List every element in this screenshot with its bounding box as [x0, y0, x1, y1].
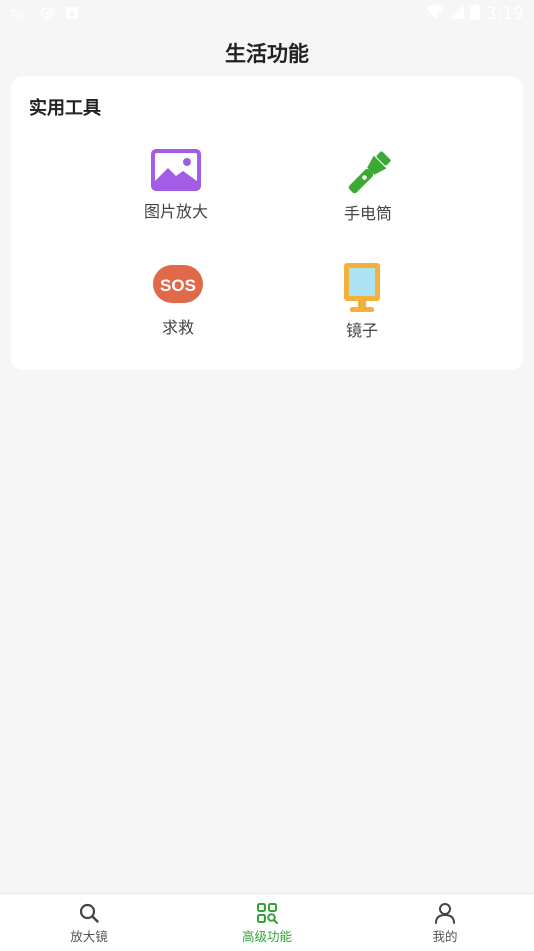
wifi-icon: [425, 4, 444, 24]
bottom-nav: 放大镜 高级功能 我的: [0, 893, 534, 951]
nav-item-advanced[interactable]: 高级功能: [178, 894, 356, 951]
search-icon: [79, 903, 99, 923]
tool-label: 图片放大: [143, 202, 208, 221]
status-left: Top: [10, 5, 79, 24]
section-title: 实用工具: [29, 98, 101, 119]
nav-item-magnifier[interactable]: 放大镜: [0, 894, 178, 951]
tool-flashlight[interactable]: 手电筒: [303, 148, 433, 224]
target-icon: [39, 5, 55, 24]
user-icon: [435, 903, 455, 924]
tools-card: 实用工具 图片放大 手电筒 SOS 求救 镜子: [11, 76, 523, 370]
notification-icon: [65, 6, 79, 23]
tool-label: 镜子: [345, 321, 378, 340]
tool-label: 手电筒: [343, 204, 392, 223]
nav-label: 高级功能: [241, 929, 292, 944]
image-icon: [151, 149, 201, 191]
status-time: 3:19: [485, 4, 524, 24]
grid-search-icon: [257, 903, 278, 924]
status-app-label: Top: [10, 7, 29, 21]
tool-sos[interactable]: SOS 求救: [113, 264, 243, 338]
battery-icon: [469, 3, 480, 25]
nav-item-profile[interactable]: 我的: [356, 894, 534, 951]
page-title: 生活功能: [225, 42, 309, 66]
signal-icon: [449, 4, 464, 24]
sos-icon: SOS: [153, 265, 203, 303]
nav-label: 放大镜: [70, 929, 108, 944]
tool-label: 求救: [161, 318, 194, 337]
status-bar: Top 3:19: [0, 0, 534, 28]
nav-label: 我的: [432, 929, 458, 944]
tool-mirror[interactable]: 镜子: [297, 262, 427, 341]
mirror-icon: [344, 263, 380, 312]
flashlight-icon: [348, 151, 391, 194]
sos-icon-text: SOS: [160, 276, 196, 295]
tool-image-zoom[interactable]: 图片放大: [111, 148, 241, 222]
status-right: 3:19: [425, 3, 524, 25]
